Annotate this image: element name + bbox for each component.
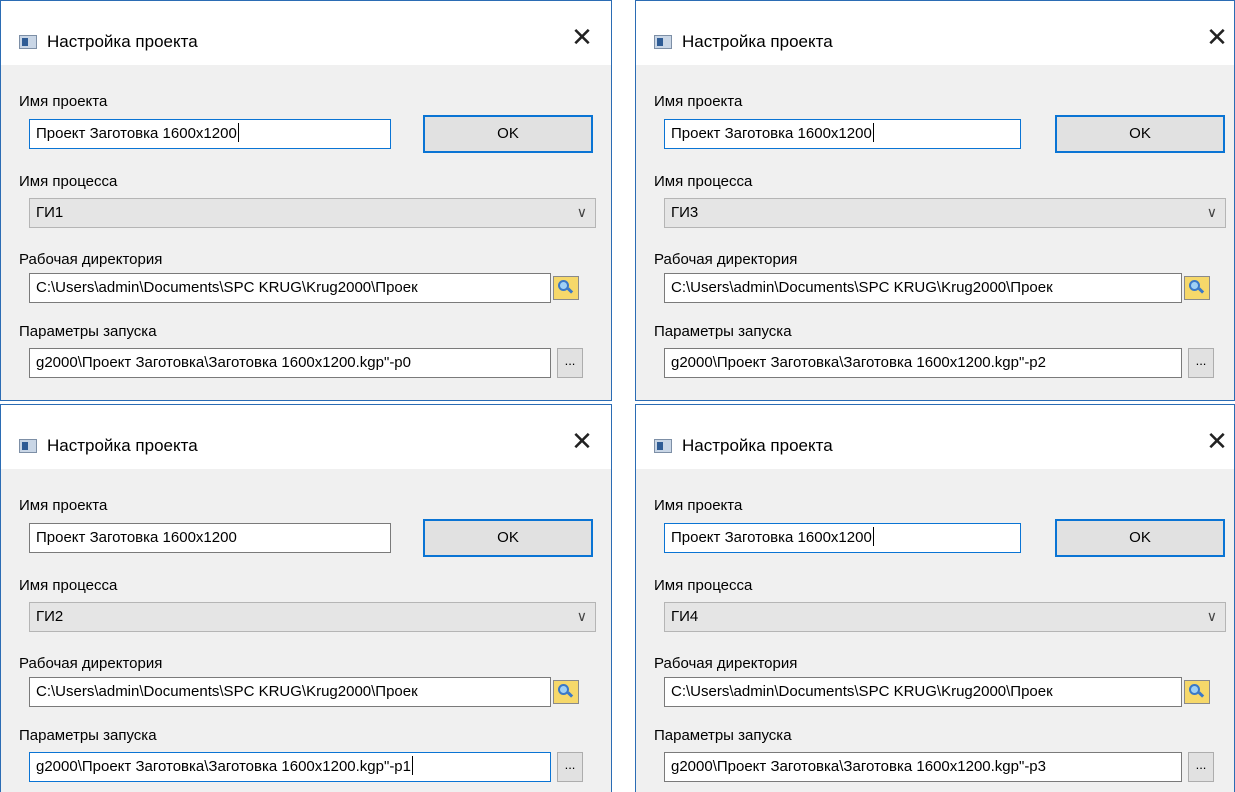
project-settings-dialog-1: Настройка проекта ✕ Имя проекта Проект З… bbox=[0, 0, 612, 401]
working-directory-value: C:\Users\admin\Documents\SPC KRUG\Krug20… bbox=[671, 279, 1053, 296]
project-name-input[interactable]: Проект Заготовка 1600x1200 bbox=[29, 119, 391, 149]
app-window-icon bbox=[654, 35, 672, 49]
launch-parameters-label: Параметры запуска bbox=[19, 727, 157, 744]
app-window-icon bbox=[19, 439, 37, 453]
launch-parameters-browse-button[interactable]: ... bbox=[557, 348, 583, 378]
launch-parameters-label: Параметры запуска bbox=[654, 323, 792, 340]
working-directory-value: C:\Users\admin\Documents\SPC KRUG\Krug20… bbox=[36, 683, 418, 700]
title-bar: Настройка проекта ✕ bbox=[1, 405, 611, 469]
close-icon[interactable]: ✕ bbox=[1202, 427, 1232, 457]
launch-parameters-browse-button[interactable]: ... bbox=[557, 752, 583, 782]
working-directory-input[interactable]: C:\Users\admin\Documents\SPC KRUG\Krug20… bbox=[664, 273, 1182, 303]
working-directory-input[interactable]: C:\Users\admin\Documents\SPC KRUG\Krug20… bbox=[29, 677, 551, 707]
close-icon[interactable]: ✕ bbox=[567, 23, 597, 53]
launch-parameters-input[interactable]: g2000\Проект Заготовка\Заготовка 1600x12… bbox=[29, 752, 551, 782]
dialog-title: Настройка проекта bbox=[682, 32, 833, 51]
browse-folder-icon[interactable] bbox=[1184, 276, 1210, 300]
process-name-select[interactable]: ГИ3 ∨ bbox=[664, 198, 1226, 228]
project-name-value: Проект Заготовка 1600x1200 bbox=[36, 125, 237, 142]
launch-parameters-input[interactable]: g2000\Проект Заготовка\Заготовка 1600x12… bbox=[664, 348, 1182, 378]
chevron-down-icon: ∨ bbox=[1206, 609, 1217, 625]
title-bar: Настройка проекта ✕ bbox=[636, 405, 1234, 469]
project-name-label: Имя проекта bbox=[654, 497, 743, 514]
close-icon[interactable]: ✕ bbox=[1202, 23, 1232, 53]
working-directory-input[interactable]: C:\Users\admin\Documents\SPC KRUG\Krug20… bbox=[29, 273, 551, 303]
project-settings-dialog-3: Настройка проекта ✕ Имя проекта Проект З… bbox=[0, 404, 612, 792]
project-name-input[interactable]: Проект Заготовка 1600x1200 bbox=[664, 523, 1021, 553]
process-name-label: Имя процесса bbox=[654, 577, 753, 594]
browse-folder-icon[interactable] bbox=[553, 276, 579, 300]
dialog-title: Настройка проекта bbox=[682, 436, 833, 455]
project-name-input[interactable]: Проект Заготовка 1600x1200 bbox=[664, 119, 1021, 149]
process-name-value: ГИ2 bbox=[36, 608, 64, 625]
chevron-down-icon: ∨ bbox=[576, 205, 587, 221]
process-name-label: Имя процесса bbox=[19, 577, 118, 594]
launch-parameters-value: g2000\Проект Заготовка\Заготовка 1600x12… bbox=[671, 354, 1046, 371]
text-caret bbox=[412, 756, 413, 775]
process-name-label: Имя процесса bbox=[654, 173, 753, 190]
text-caret bbox=[872, 123, 874, 142]
text-caret bbox=[872, 527, 874, 546]
ok-button[interactable]: OK bbox=[1055, 519, 1225, 557]
working-directory-value: C:\Users\admin\Documents\SPC KRUG\Krug20… bbox=[36, 279, 418, 296]
working-directory-label: Рабочая директория bbox=[654, 251, 798, 268]
launch-parameters-input[interactable]: g2000\Проект Заготовка\Заготовка 1600x12… bbox=[664, 752, 1182, 782]
launch-parameters-value: g2000\Проект Заготовка\Заготовка 1600x12… bbox=[36, 354, 411, 371]
close-icon[interactable]: ✕ bbox=[567, 427, 597, 457]
working-directory-label: Рабочая директория bbox=[19, 655, 163, 672]
process-name-select[interactable]: ГИ4 ∨ bbox=[664, 602, 1226, 632]
process-name-select[interactable]: ГИ2 ∨ bbox=[29, 602, 596, 632]
launch-parameters-label: Параметры запуска bbox=[19, 323, 157, 340]
text-caret bbox=[237, 123, 239, 142]
process-name-value: ГИ1 bbox=[36, 204, 64, 221]
browse-folder-icon[interactable] bbox=[1184, 680, 1210, 704]
app-window-icon bbox=[654, 439, 672, 453]
process-name-value: ГИ4 bbox=[671, 608, 699, 625]
project-name-value: Проект Заготовка 1600x1200 bbox=[671, 529, 872, 546]
working-directory-label: Рабочая директория bbox=[654, 655, 798, 672]
title-bar: Настройка проекта ✕ bbox=[636, 1, 1234, 65]
project-name-label: Имя проекта bbox=[654, 93, 743, 110]
working-directory-value: C:\Users\admin\Documents\SPC KRUG\Krug20… bbox=[671, 683, 1053, 700]
project-name-value: Проект Заготовка 1600x1200 bbox=[671, 125, 872, 142]
chevron-down-icon: ∨ bbox=[1206, 205, 1217, 221]
launch-parameters-value: g2000\Проект Заготовка\Заготовка 1600x12… bbox=[671, 758, 1046, 775]
ok-button[interactable]: OK bbox=[423, 115, 593, 153]
dialog-title: Настройка проекта bbox=[47, 32, 198, 51]
launch-parameters-label: Параметры запуска bbox=[654, 727, 792, 744]
browse-folder-icon[interactable] bbox=[553, 680, 579, 704]
launch-parameters-input[interactable]: g2000\Проект Заготовка\Заготовка 1600x12… bbox=[29, 348, 551, 378]
launch-parameters-browse-button[interactable]: ... bbox=[1188, 752, 1214, 782]
app-window-icon bbox=[19, 35, 37, 49]
project-name-input[interactable]: Проект Заготовка 1600x1200 bbox=[29, 523, 391, 553]
ok-button[interactable]: OK bbox=[423, 519, 593, 557]
project-name-value: Проект Заготовка 1600x1200 bbox=[36, 529, 237, 546]
chevron-down-icon: ∨ bbox=[576, 609, 587, 625]
dialog-title: Настройка проекта bbox=[47, 436, 198, 455]
process-name-value: ГИ3 bbox=[671, 204, 699, 221]
working-directory-label: Рабочая директория bbox=[19, 251, 163, 268]
project-settings-dialog-4: Настройка проекта ✕ Имя проекта Проект З… bbox=[635, 404, 1235, 792]
process-name-select[interactable]: ГИ1 ∨ bbox=[29, 198, 596, 228]
ok-button[interactable]: OK bbox=[1055, 115, 1225, 153]
project-name-label: Имя проекта bbox=[19, 497, 108, 514]
working-directory-input[interactable]: C:\Users\admin\Documents\SPC KRUG\Krug20… bbox=[664, 677, 1182, 707]
launch-parameters-value: g2000\Проект Заготовка\Заготовка 1600x12… bbox=[36, 758, 411, 775]
project-settings-dialog-2: Настройка проекта ✕ Имя проекта Проект З… bbox=[635, 0, 1235, 401]
title-bar: Настройка проекта ✕ bbox=[1, 1, 611, 65]
project-name-label: Имя проекта bbox=[19, 93, 108, 110]
launch-parameters-browse-button[interactable]: ... bbox=[1188, 348, 1214, 378]
process-name-label: Имя процесса bbox=[19, 173, 118, 190]
